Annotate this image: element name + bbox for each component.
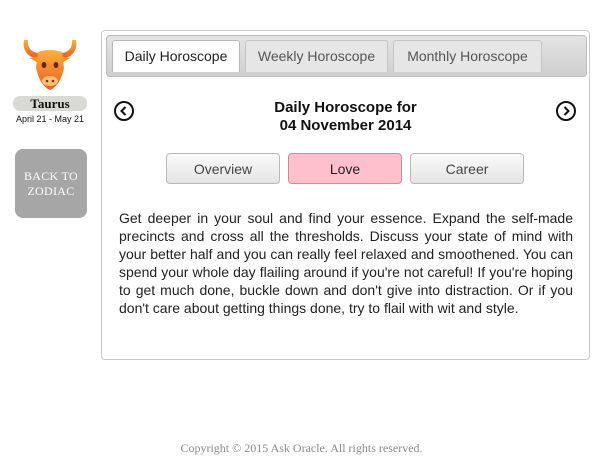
back-to-zodiac-button[interactable]: BACK TO ZODIAC [15,149,87,218]
tab-weekly-horoscope[interactable]: Weekly Horoscope [245,40,388,72]
sign-name: Taurus [13,96,87,111]
previous-day-button[interactable] [114,101,134,121]
back-to-zodiac-label: BACK TO ZODIAC [23,168,78,198]
sign-dates: April 21 - May 21 [15,114,85,124]
horoscope-tab-bar: Daily Horoscope Weekly Horoscope Monthly… [106,35,587,77]
tab-daily-horoscope[interactable]: Daily Horoscope [112,40,240,72]
page-title-line1: Daily Horoscope for [274,99,417,116]
tab-love[interactable]: Love [288,153,402,184]
tab-monthly-horoscope[interactable]: Monthly Horoscope [393,40,542,72]
page-title-date: 04 November 2014 [279,117,412,134]
copyright-footer: Copyright © 2015 Ask Oracle. All rights … [180,441,423,455]
page-title: Daily Horoscope for 04 November 2014 [162,99,529,135]
taurus-bull-icon [23,40,77,90]
sign-card: Taurus April 21 - May 21 [10,34,90,124]
chevron-right-icon [563,106,570,116]
chevron-left-icon [120,106,127,116]
next-day-button[interactable] [556,101,576,121]
horoscope-text: Get deeper in your soul and find your es… [119,210,573,316]
tab-career[interactable]: Career [410,153,524,184]
tab-overview[interactable]: Overview [166,153,280,184]
horoscope-panel: Daily Horoscope Weekly Horoscope Monthly… [101,30,590,360]
